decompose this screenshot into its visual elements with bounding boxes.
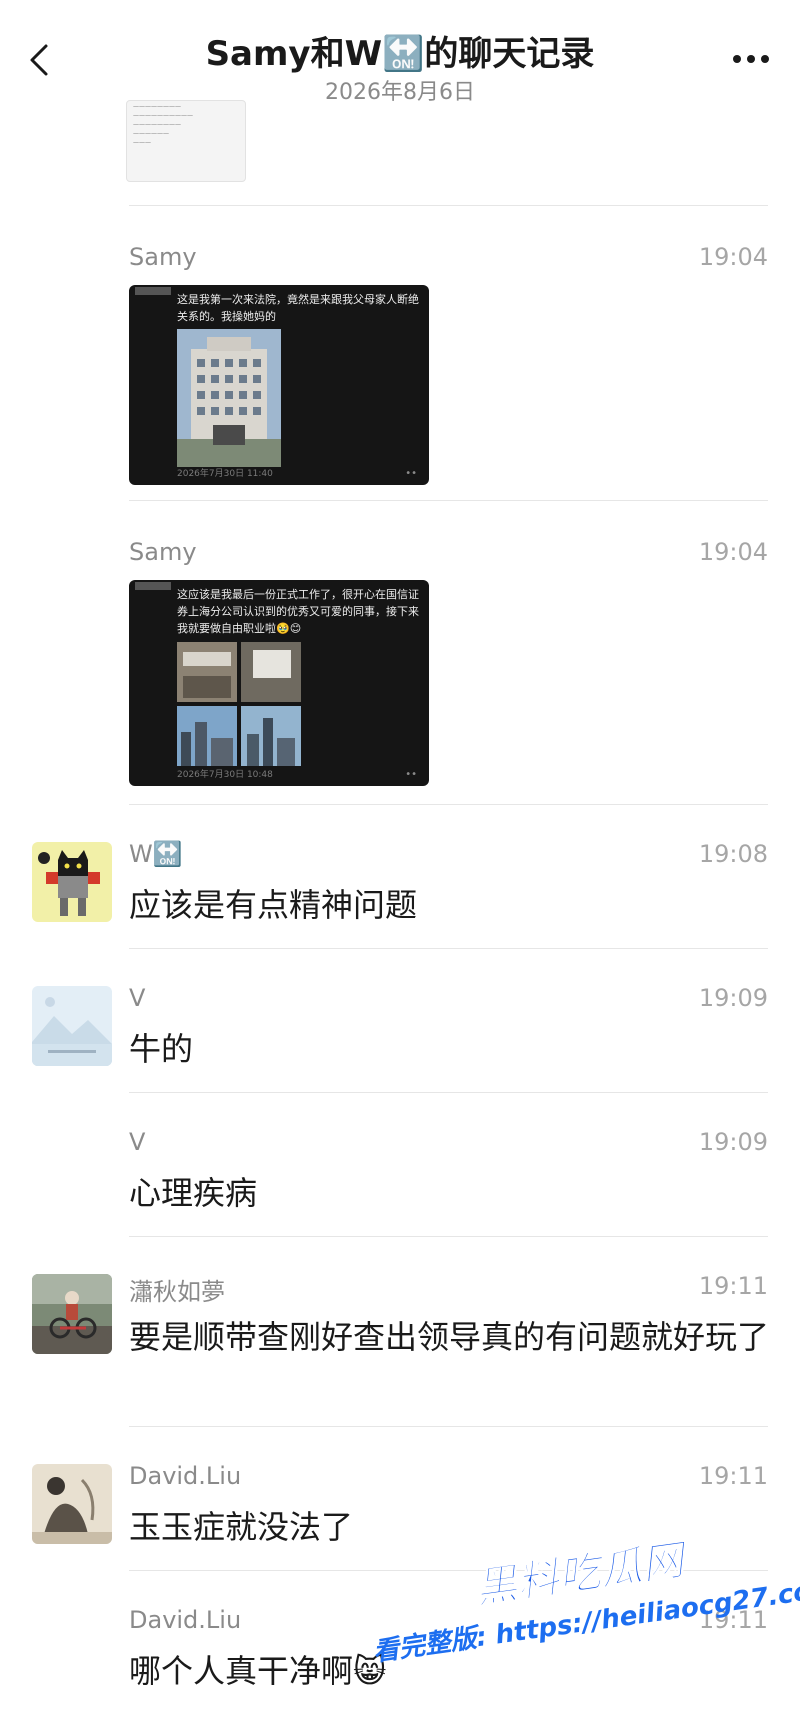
message-text: 应该是有点精神问题	[129, 886, 418, 924]
more-dots-icon: ••	[405, 468, 417, 479]
avatar[interactable]	[32, 842, 112, 922]
message-time: 19:04	[698, 243, 768, 271]
more-dots-icon: ••	[405, 769, 417, 780]
message-divider	[129, 1236, 768, 1237]
message-divider	[129, 205, 768, 206]
avatar-thumbnail	[135, 287, 171, 295]
message-time: 19:11	[698, 1462, 768, 1490]
avatar[interactable]	[32, 1464, 112, 1544]
message-time: 19:08	[698, 840, 768, 868]
forwarded-image-thumbnail[interactable]: ———————— —————————— ———————— —————— ———	[126, 100, 246, 182]
forwarded-timestamp: 2026年7月30日 11:40	[177, 469, 273, 479]
message-divider	[129, 948, 768, 949]
message-sender: V	[129, 1128, 146, 1156]
forwarded-caption: 这应该是我最后一份正式工作了，很开心在国信证券上海分公司认识到的优秀又可爱的同事…	[177, 588, 419, 635]
forwarded-timestamp: 2026年7月30日 10:48	[177, 770, 273, 780]
message-time: 19:09	[698, 984, 768, 1012]
message-sender: Samy	[129, 538, 197, 566]
message-divider	[129, 804, 768, 805]
mountain-avatar-icon	[32, 986, 112, 1066]
message-sender: David.Liu	[129, 1462, 242, 1490]
courthouse-photo	[177, 329, 281, 467]
message-sender: David.Liu	[129, 1606, 242, 1634]
message-sender: Samy	[129, 243, 197, 271]
robot-cat-avatar-icon	[32, 842, 112, 922]
forwarded-post-image[interactable]: 这是我第一次来法院，竟然是来跟我父母家人断绝关系的。我操她妈的 2026年7月3…	[129, 285, 429, 485]
message-sender: 瀟秋如夢	[129, 1278, 225, 1306]
chat-history-header: Samy和W🔛的聊天记录 2026年8月6日	[0, 0, 800, 110]
child-bike-avatar-icon	[32, 1274, 112, 1354]
message-time: 19:04	[698, 538, 768, 566]
message-sender: W🔛	[129, 840, 183, 868]
office-photo-grid	[177, 642, 301, 766]
forwarded-caption: 这是我第一次来法院，竟然是来跟我父母家人断绝关系的。我操她妈的	[177, 293, 419, 323]
message-divider	[129, 1426, 768, 1427]
avatar[interactable]	[32, 986, 112, 1066]
avatar-thumbnail	[135, 582, 171, 590]
avatar[interactable]	[32, 1274, 112, 1354]
page-title: Samy和W🔛的聊天记录	[205, 34, 595, 74]
message-time: 19:09	[698, 1128, 768, 1156]
more-options-icon[interactable]	[730, 52, 772, 66]
message-divider	[129, 1092, 768, 1093]
message-time: 19:11	[698, 1272, 768, 1300]
message-text: 心理疾病	[129, 1174, 258, 1212]
ink-painting-avatar-icon	[32, 1464, 112, 1544]
message-sender: V	[129, 984, 146, 1012]
forwarded-post-image[interactable]: 这应该是我最后一份正式工作了，很开心在国信证券上海分公司认识到的优秀又可爱的同事…	[129, 580, 429, 786]
message-divider	[129, 500, 768, 501]
message-text: 要是顺带查刚好查出领导真的有问题就好玩了	[129, 1318, 770, 1356]
message-text: 牛的	[129, 1030, 194, 1068]
page-date: 2026年8月6日	[325, 80, 475, 105]
